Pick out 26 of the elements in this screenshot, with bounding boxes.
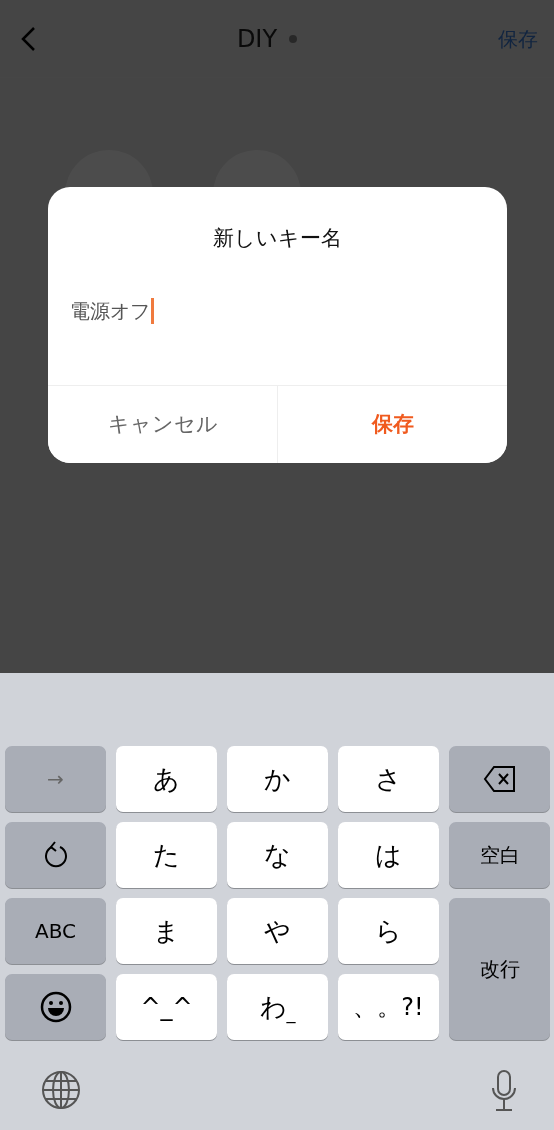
backspace-icon — [482, 765, 517, 793]
kana-key[interactable]: ま — [116, 898, 217, 964]
kana-key[interactable]: わ_ — [227, 974, 328, 1040]
undo-icon — [42, 841, 69, 869]
globe-icon[interactable] — [41, 1070, 81, 1110]
kana-key[interactable]: あ — [116, 746, 217, 812]
kana-key[interactable]: な — [227, 822, 328, 888]
return-key[interactable]: 改行 — [449, 898, 550, 1040]
name-input[interactable]: 電源オフ — [70, 292, 507, 329]
function-key[interactable]: 空白 — [449, 822, 550, 888]
dialog-title: 新しいキー名 — [212, 225, 343, 252]
kana-key[interactable]: ^_^ — [116, 974, 217, 1040]
kana-key[interactable]: か — [227, 746, 328, 812]
kana-key[interactable]: や — [227, 898, 328, 964]
kana-key[interactable]: は — [338, 822, 439, 888]
undo-key[interactable] — [5, 822, 106, 888]
page-title: DIY — [236, 23, 278, 55]
delete-key[interactable] — [449, 746, 550, 812]
kana-key[interactable]: さ — [338, 746, 439, 812]
kana-key[interactable]: ら — [338, 898, 439, 964]
kana-key[interactable]: 、。?! — [338, 974, 439, 1040]
function-key[interactable]: ABC — [5, 898, 106, 964]
emoji-key[interactable] — [5, 974, 106, 1040]
microphone-icon[interactable] — [490, 1070, 518, 1112]
emoji-icon — [39, 991, 72, 1023]
kana-key[interactable]: た — [116, 822, 217, 888]
